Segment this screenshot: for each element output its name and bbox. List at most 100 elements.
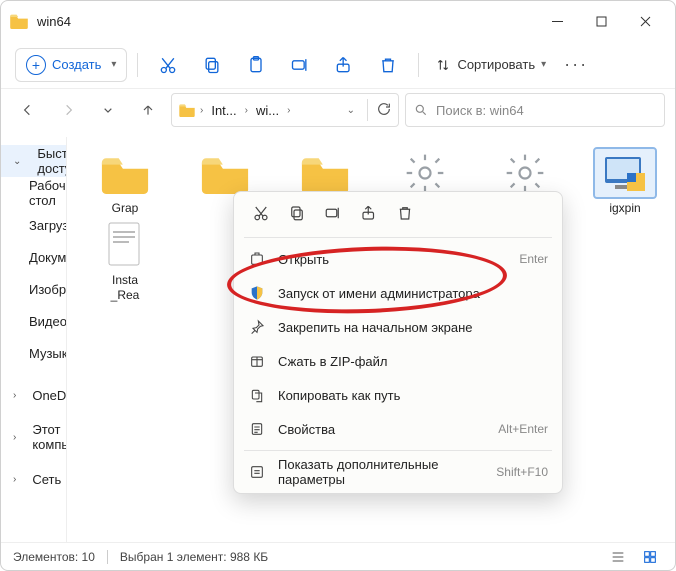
- sidebar-item-label: Видео: [29, 314, 67, 329]
- forward-button[interactable]: [51, 93, 85, 127]
- ctx-item-shortcut: Enter: [519, 252, 548, 266]
- sidebar-music[interactable]: Музыка: [1, 337, 66, 369]
- delete-button[interactable]: [368, 45, 408, 85]
- sidebar-item-label: Загрузки: [29, 218, 67, 233]
- file-item[interactable]: Grap: [85, 149, 165, 215]
- breadcrumb-item[interactable]: wi...: [252, 101, 283, 120]
- sidebar-desktop[interactable]: Рабочий стол📌: [1, 177, 66, 209]
- file-item[interactable]: Insta _Rea: [85, 221, 165, 302]
- ctx-zip[interactable]: Сжать в ZIP-файл: [234, 344, 562, 378]
- ctx-item-shortcut: Alt+Enter: [498, 422, 548, 436]
- sidebar-item-label: Быстрый доступ: [37, 146, 67, 176]
- folder-icon: [199, 152, 251, 194]
- folder-icon: [9, 13, 29, 29]
- search-placeholder: Поиск в: win64: [436, 103, 524, 118]
- address-bar[interactable]: › Int... › wi... › ⌄: [171, 93, 399, 127]
- cut-icon[interactable]: [252, 204, 270, 225]
- rename-icon[interactable]: [324, 204, 342, 225]
- delete-icon[interactable]: [396, 204, 414, 225]
- sidebar-quick-access[interactable]: ⌄ Быстрый доступ: [1, 145, 66, 177]
- close-button[interactable]: [623, 5, 667, 37]
- recent-button[interactable]: [91, 93, 125, 127]
- sidebar-network[interactable]: › Сеть: [1, 463, 66, 495]
- plus-icon: +: [26, 55, 46, 75]
- chevron-right-icon[interactable]: ›: [200, 105, 203, 116]
- pin-icon: [248, 318, 266, 336]
- title-bar: win64: [1, 1, 675, 41]
- ctx-item-label: Закрепить на начальном экране: [278, 320, 548, 335]
- sort-label: Сортировать: [457, 57, 535, 72]
- icons-view-button[interactable]: [637, 547, 663, 567]
- sidebar-onedrive[interactable]: › OneDrive: [1, 379, 66, 411]
- sidebar-video[interactable]: Видео: [1, 305, 66, 337]
- chevron-right-icon[interactable]: ›: [245, 105, 248, 116]
- chevron-right-icon[interactable]: ›: [287, 105, 290, 116]
- chevron-down-icon: ▾: [111, 59, 116, 70]
- properties-icon: [248, 420, 266, 438]
- address-history-button[interactable]: ⌄: [343, 105, 359, 116]
- ctx-pin-start[interactable]: Закрепить на начальном экране: [234, 310, 562, 344]
- minimize-button[interactable]: [535, 5, 579, 37]
- breadcrumb-item[interactable]: Int...: [207, 101, 240, 120]
- folder-icon: [99, 152, 151, 194]
- details-view-button[interactable]: [605, 547, 631, 567]
- chevron-right-icon[interactable]: ›: [13, 432, 16, 443]
- maximize-button[interactable]: [579, 5, 623, 37]
- ctx-item-shortcut: Shift+F10: [496, 465, 548, 479]
- status-bar: Элементов: 10 Выбран 1 элемент: 988 КБ: [1, 542, 675, 570]
- new-button-label: Создать: [52, 57, 101, 72]
- rename-button[interactable]: [280, 45, 320, 85]
- status-selection: Выбран 1 элемент: 988 КБ: [120, 550, 268, 564]
- copy-path-icon: [248, 386, 266, 404]
- more-button[interactable]: ···: [556, 54, 596, 75]
- search-box[interactable]: Поиск в: win64: [405, 93, 665, 127]
- sidebar-documents[interactable]: Документы📌: [1, 241, 66, 273]
- ctx-item-label: Свойства: [278, 422, 486, 437]
- copy-button[interactable]: [192, 45, 232, 85]
- share-button[interactable]: [324, 45, 364, 85]
- sidebar-item-label: Документы: [29, 250, 67, 265]
- sort-icon: [435, 57, 451, 73]
- sidebar-pictures[interactable]: Изображения📌: [1, 273, 66, 305]
- sidebar-thispc[interactable]: ›Этот компьютер: [1, 421, 66, 453]
- sidebar-item-label: Сеть: [32, 472, 61, 487]
- ctx-show-more[interactable]: Показать дополнительные параметры Shift+…: [234, 455, 562, 489]
- ctx-open[interactable]: Открыть Enter: [234, 242, 562, 276]
- text-file-icon: [104, 221, 146, 269]
- sidebar-item-label: Музыка: [29, 346, 67, 361]
- sort-button[interactable]: Сортировать ▾: [429, 57, 552, 73]
- refresh-button[interactable]: [376, 101, 392, 120]
- paste-button[interactable]: [236, 45, 276, 85]
- chevron-right-icon[interactable]: ›: [13, 474, 16, 485]
- ctx-run-as-admin[interactable]: Запуск от имени администратора: [234, 276, 562, 310]
- chevron-down-icon: ▾: [541, 59, 546, 70]
- installer-icon: [601, 151, 649, 195]
- nav-bar: › Int... › wi... › ⌄ Поиск в: win64: [1, 89, 675, 137]
- new-button[interactable]: + Создать ▾: [15, 48, 127, 82]
- copy-icon[interactable]: [288, 204, 306, 225]
- file-item-selected[interactable]: igxpin: [585, 149, 665, 215]
- up-button[interactable]: [131, 93, 165, 127]
- chevron-right-icon[interactable]: ›: [13, 390, 16, 401]
- share-icon[interactable]: [360, 204, 378, 225]
- ctx-item-label: Показать дополнительные параметры: [278, 457, 484, 487]
- file-label: igxpin: [609, 201, 640, 215]
- cut-button[interactable]: [148, 45, 188, 85]
- more-options-icon: [248, 463, 266, 481]
- open-icon: [248, 250, 266, 268]
- ctx-copy-path[interactable]: Копировать как путь: [234, 378, 562, 412]
- file-label: Insta _Rea: [111, 273, 140, 302]
- folder-icon: [178, 103, 196, 117]
- back-button[interactable]: [11, 93, 45, 127]
- sidebar-item-label: OneDrive: [32, 388, 67, 403]
- file-label: Grap: [112, 201, 139, 215]
- chevron-down-icon[interactable]: ⌄: [13, 156, 21, 167]
- sidebar-item-label: Изображения: [29, 282, 67, 297]
- shield-icon: [248, 284, 266, 302]
- context-menu: Открыть Enter Запуск от имени администра…: [233, 191, 563, 494]
- ctx-item-label: Открыть: [278, 252, 507, 267]
- gear-icon: [503, 151, 547, 195]
- folder-icon: [299, 152, 351, 194]
- sidebar-downloads[interactable]: Загрузки📌: [1, 209, 66, 241]
- ctx-properties[interactable]: Свойства Alt+Enter: [234, 412, 562, 446]
